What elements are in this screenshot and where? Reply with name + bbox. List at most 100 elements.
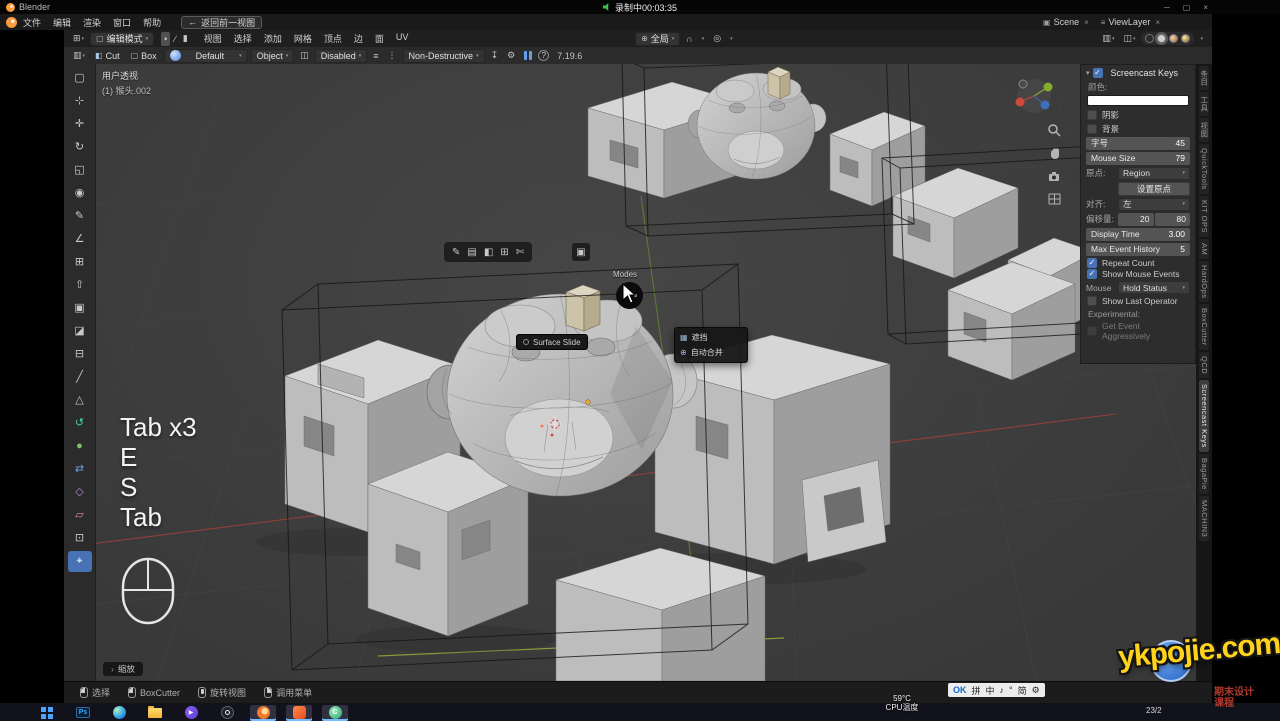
shading-wireframe-button[interactable] — [1145, 34, 1154, 43]
cursor-tool[interactable]: ⊹ — [68, 91, 92, 112]
tab-am[interactable]: AM — [1199, 239, 1209, 259]
measure-tool[interactable]: ∠ — [68, 229, 92, 250]
close-button[interactable]: × — [1203, 3, 1208, 12]
edge-slide-tool[interactable]: ⇄ — [68, 459, 92, 480]
viewport-menu-item[interactable]: 边 — [348, 32, 369, 45]
tab-machin3[interactable]: MACHIN3 — [1199, 496, 1209, 541]
helper-grid-icon[interactable]: ▤ — [467, 247, 476, 258]
menubar-item[interactable]: 渲染 — [77, 16, 107, 29]
viewport-menu-item[interactable]: 面 — [369, 32, 390, 45]
shadow-checkbox[interactable]: 阴影 — [1087, 109, 1189, 121]
tab-view[interactable]: 视图 — [1199, 118, 1209, 142]
show-gizmo-button[interactable]: ▥▾ — [1099, 32, 1117, 46]
ime-segment[interactable]: 拼 — [972, 684, 981, 697]
add-cube-tool[interactable]: ⊞ — [68, 252, 92, 273]
ime-segment[interactable]: 中 — [986, 684, 995, 697]
helper-box-button[interactable]: ▣ — [572, 243, 590, 261]
offset-x-field[interactable]: 20 — [1118, 213, 1154, 226]
tab-kit-ops[interactable]: KIT OPS — [1199, 196, 1209, 237]
spin-tool[interactable]: ↺ — [68, 413, 92, 434]
shrink-fatten-tool[interactable]: ◇ — [68, 482, 92, 503]
editor-type-button[interactable]: ⊞▾ — [70, 32, 87, 46]
pan-hand-icon[interactable] — [1046, 145, 1062, 161]
font-size-slider[interactable]: 字号45 — [1086, 137, 1190, 150]
sort-button[interactable]: ≡ — [370, 49, 381, 63]
max-event-history-slider[interactable]: Max Event History5 — [1086, 243, 1190, 256]
start-button[interactable] — [34, 705, 60, 721]
file-explorer[interactable] — [142, 705, 168, 721]
edge-browser[interactable] — [106, 705, 132, 721]
set-origin-button[interactable]: 设置原点 — [1118, 182, 1190, 196]
rip-region-tool[interactable]: ⊡ — [68, 528, 92, 549]
show-overlays-button[interactable]: ◫▾ — [1120, 32, 1138, 46]
snap-dropdown[interactable]: ▾ — [699, 32, 708, 46]
viewlayer-unlink-icon[interactable]: × — [1155, 18, 1160, 27]
extrude-tool[interactable]: ⇧ — [68, 275, 92, 296]
helper-cut-icon[interactable]: ✄ — [516, 247, 524, 258]
ime-segment[interactable]: ⚙ — [1032, 685, 1040, 696]
display-time-slider[interactable]: Display Time3.00 — [1086, 228, 1190, 241]
mouse-status-dropdown[interactable]: Hold Status▾ — [1118, 281, 1190, 294]
tab-tool[interactable]: 工具 — [1199, 92, 1209, 116]
edge-select-button[interactable]: ∕ — [171, 32, 179, 46]
cinema4d[interactable]: C — [322, 705, 348, 721]
vertex-select-button[interactable]: • — [161, 32, 170, 46]
panel-enable-checkbox[interactable]: ✓ — [1093, 68, 1103, 78]
viewport-menu-item[interactable]: 视图 — [198, 32, 228, 45]
annotate-tool[interactable]: ✎ — [68, 206, 92, 227]
settings-gear-button[interactable]: ⚙ — [504, 49, 518, 63]
pause-icon[interactable] — [524, 51, 532, 60]
viewport-menu-item[interactable]: 顶点 — [318, 32, 348, 45]
more-options-button[interactable]: ⋮ — [385, 49, 400, 63]
scale-tool[interactable]: ◱ — [68, 160, 92, 181]
menubar-item[interactable]: 窗口 — [107, 16, 137, 29]
shading-solid-button[interactable] — [1157, 34, 1166, 43]
inset-faces-tool[interactable]: ▣ — [68, 298, 92, 319]
proportional-falloff-dropdown[interactable]: ▾ — [727, 32, 736, 46]
rotate-tool[interactable]: ↻ — [68, 137, 92, 158]
shading-material-button[interactable] — [1169, 34, 1178, 43]
mouse-size-slider[interactable]: Mouse Size79 — [1086, 152, 1190, 165]
tab-bagapie[interactable]: BagaPie — [1199, 454, 1209, 494]
scene-unlink-icon[interactable]: × — [1084, 18, 1089, 27]
show-mouse-events-checkbox[interactable]: ✓Show Mouse Events — [1087, 269, 1189, 279]
mirror-button[interactable]: ◫ — [297, 49, 312, 63]
origin-dropdown[interactable]: Region▾ — [1118, 167, 1190, 180]
obs-studio[interactable] — [214, 705, 240, 721]
bevel-tool[interactable]: ◪ — [68, 321, 92, 342]
knife-tool[interactable]: ╱ — [68, 367, 92, 388]
object-dropdown[interactable]: Object▾ — [251, 49, 295, 63]
camera-view-icon[interactable] — [1046, 168, 1062, 184]
move-tool[interactable]: ✛ — [68, 114, 92, 135]
plugin-app[interactable] — [286, 705, 312, 721]
ime-segment[interactable]: 简 — [1018, 684, 1027, 697]
maximize-button[interactable]: ▢ — [1183, 3, 1191, 12]
tab-hardops[interactable]: HardOps — [1199, 261, 1209, 303]
menubar-item[interactable]: 编辑 — [47, 16, 77, 29]
get-event-aggressively-checkbox[interactable]: Get Event Aggressively — [1087, 321, 1189, 341]
back-previous-view-button[interactable]: ← 返回前一视图 — [181, 16, 262, 29]
viewport-menu-item[interactable]: 网格 — [288, 32, 318, 45]
grid-toggle-icon[interactable] — [1046, 191, 1062, 207]
viewlayer-selector[interactable]: ≡ ViewLayer × — [1101, 17, 1160, 27]
cut-mode-chip[interactable]: ◧Cut — [91, 51, 124, 61]
ime-segment[interactable]: ♪ — [1000, 685, 1005, 695]
viewport-menu-item[interactable]: UV — [390, 32, 415, 45]
poly-build-tool[interactable]: △ — [68, 390, 92, 411]
shading-rendered-button[interactable] — [1181, 34, 1190, 43]
tab-screencast-keys[interactable]: Screencast Keys — [1199, 380, 1209, 452]
ime-segment[interactable]: OK — [953, 685, 967, 695]
zoom-icon[interactable] — [1046, 122, 1062, 138]
menubar-item[interactable]: 文件 — [17, 16, 47, 29]
box-select-tool[interactable]: ⌖ — [68, 551, 92, 572]
orientation-dropdown[interactable]: ⊕ 全局▾ — [635, 32, 680, 46]
blender-logo-icon[interactable] — [6, 17, 17, 28]
align-dropdown[interactable]: 左▾ — [1118, 198, 1190, 211]
snap-magnet-button[interactable]: ∩ — [683, 32, 695, 46]
tab-qcd[interactable]: QCD — [1199, 352, 1209, 378]
tweak-select-tool[interactable]: ▢ — [68, 68, 92, 89]
brush-preset-dropdown[interactable]: Default▾ — [164, 49, 248, 63]
tab-item[interactable]: 条目 — [1199, 66, 1209, 90]
offset-y-field[interactable]: 80 — [1155, 213, 1191, 226]
smooth-tool[interactable]: ● — [68, 436, 92, 457]
